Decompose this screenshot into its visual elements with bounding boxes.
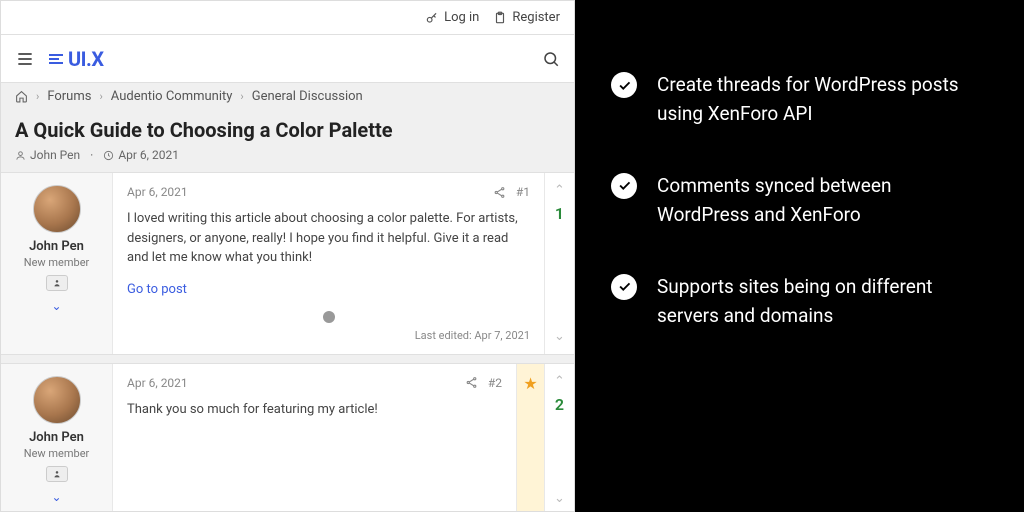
feature-text: Supports sites being on different server… — [657, 272, 988, 331]
vote-count: 2 — [555, 395, 564, 414]
author-name[interactable]: John Pen — [9, 430, 104, 445]
upvote-button[interactable]: ⌃ — [554, 183, 565, 198]
feature-item: Create threads for WordPress posts using… — [611, 70, 988, 129]
chevron-right-icon: › — [99, 90, 102, 103]
feature-text: Create threads for WordPress posts using… — [657, 70, 988, 129]
author-role: New member — [9, 256, 104, 269]
thread-title: A Quick Guide to Choosing a Color Palett… — [15, 118, 560, 142]
vote-column: ⌃ 2 ⌄ — [544, 364, 574, 512]
brand-text: UI.X — [68, 47, 104, 71]
post-body: Thank you so much for featuring my artic… — [127, 400, 502, 420]
search-button[interactable] — [542, 50, 560, 68]
avatar[interactable] — [33, 376, 81, 424]
breadcrumb-link[interactable]: Audentio Community — [111, 89, 233, 104]
meta-separator: · — [90, 148, 93, 162]
breadcrumb-link[interactable]: General Discussion — [252, 89, 363, 104]
chevron-right-icon: › — [36, 90, 39, 103]
feature-item: Comments synced between WordPress and Xe… — [611, 171, 988, 230]
thread-header: A Quick Guide to Choosing a Color Palett… — [1, 110, 574, 172]
key-icon — [425, 11, 439, 25]
post-number[interactable]: #2 — [488, 376, 502, 390]
login-label: Log in — [444, 10, 479, 25]
logo-icon — [49, 54, 63, 64]
post-content: Apr 6, 2021 #1 I loved writing this arti… — [113, 173, 544, 354]
top-bar: Log in Register — [1, 1, 574, 35]
avatar[interactable] — [33, 185, 81, 233]
vote-count: 1 — [555, 204, 564, 223]
star-icon[interactable]: ★ — [523, 374, 537, 393]
chevron-right-icon: › — [240, 90, 243, 103]
promo-panel: Create threads for WordPress posts using… — [575, 0, 1024, 512]
upvote-button[interactable]: ⌃ — [554, 374, 565, 389]
author-column: John Pen New member ⌄ — [1, 364, 113, 512]
post-date: Apr 6, 2021 — [127, 185, 188, 199]
brand-logo[interactable]: UI.X — [49, 47, 104, 71]
thread-date-text: Apr 6, 2021 — [118, 148, 179, 162]
share-icon[interactable] — [493, 186, 506, 199]
post-number[interactable]: #1 — [516, 185, 530, 199]
downvote-button[interactable]: ⌄ — [554, 329, 565, 344]
clock-icon — [103, 150, 114, 161]
post-content: Apr 6, 2021 #2 Thank you so much for fea… — [113, 364, 516, 512]
breadcrumbs: › Forums › Audentio Community › General … — [1, 83, 574, 110]
feature-item: Supports sites being on different server… — [611, 272, 988, 331]
thread-date: Apr 6, 2021 — [103, 148, 179, 162]
share-icon[interactable] — [465, 376, 478, 389]
login-link[interactable]: Log in — [425, 10, 479, 25]
thread-author-name: John Pen — [30, 148, 80, 162]
loading-dot-icon — [323, 311, 335, 323]
star-column: ★ — [516, 364, 544, 512]
forum-panel: Log in Register UI.X › Forums › Audentio… — [0, 0, 575, 512]
downvote-button[interactable]: ⌄ — [554, 491, 565, 506]
check-icon — [611, 72, 637, 98]
thread-meta: John Pen · Apr 6, 2021 — [15, 148, 560, 162]
post: John Pen New member ⌄ Apr 6, 2021 #2 Tha… — [1, 363, 574, 512]
author-badge — [46, 466, 68, 482]
menu-button[interactable] — [15, 49, 35, 69]
breadcrumb-link[interactable]: Forums — [47, 89, 91, 104]
last-edited: Last edited: Apr 7, 2021 — [127, 329, 530, 342]
main-header: UI.X — [1, 35, 574, 83]
person-icon — [15, 150, 26, 161]
goto-post-link[interactable]: Go to post — [127, 282, 187, 297]
register-label: Register — [512, 10, 560, 25]
register-link[interactable]: Register — [493, 10, 560, 25]
chevron-down-icon[interactable]: ⌄ — [9, 299, 104, 313]
author-role: New member — [9, 447, 104, 460]
check-icon — [611, 274, 637, 300]
chevron-down-icon[interactable]: ⌄ — [9, 490, 104, 504]
post-body: I loved writing this article about choos… — [127, 209, 530, 268]
feature-text: Comments synced between WordPress and Xe… — [657, 171, 988, 230]
post: John Pen New member ⌄ Apr 6, 2021 #1 I l… — [1, 172, 574, 355]
home-icon[interactable] — [15, 90, 28, 103]
author-name[interactable]: John Pen — [9, 239, 104, 254]
post-date: Apr 6, 2021 — [127, 376, 188, 390]
posts-list: John Pen New member ⌄ Apr 6, 2021 #1 I l… — [1, 172, 574, 511]
clipboard-icon — [493, 11, 507, 25]
vote-column: ⌃ 1 ⌄ — [544, 173, 574, 354]
check-icon — [611, 173, 637, 199]
author-column: John Pen New member ⌄ — [1, 173, 113, 354]
thread-author: John Pen — [15, 148, 80, 162]
author-badge — [46, 275, 68, 291]
